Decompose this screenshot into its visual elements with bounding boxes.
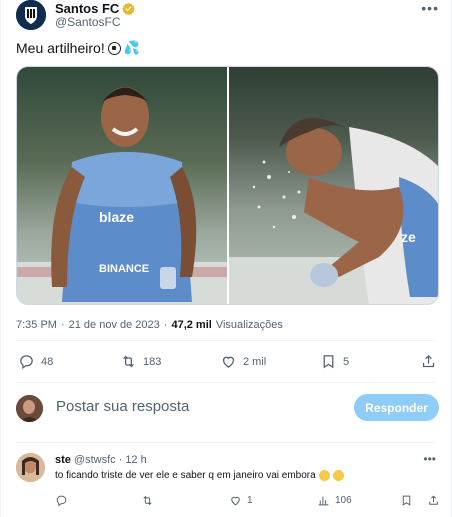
- reply-views-action[interactable]: 106: [317, 494, 352, 507]
- meta-separator: ·: [60, 319, 65, 331]
- retweet-icon: [123, 355, 134, 368]
- reply-retweet-action[interactable]: [141, 494, 154, 507]
- divider: [16, 442, 436, 443]
- reply-action[interactable]: 48: [18, 353, 53, 370]
- reply-header: ste @stwsfc · 12 h: [55, 454, 147, 466]
- reply-reply-action[interactable]: [55, 494, 68, 507]
- reply-icon: [56, 495, 67, 507]
- retweet-count: 183: [143, 355, 162, 368]
- reply-submit-button[interactable]: Responder: [354, 394, 439, 421]
- author-handle[interactable]: @SantosFC: [55, 15, 121, 29]
- share-action[interactable]: [420, 353, 437, 370]
- reply-text: to ficando triste de ver ele e saber q e…: [55, 470, 344, 481]
- share-icon: [422, 354, 435, 368]
- bookmark-icon: [323, 355, 334, 369]
- meta-separator: ·: [163, 319, 168, 331]
- media-photo-1[interactable]: blaze BINANCE: [17, 67, 227, 304]
- tweet-time[interactable]: 7:35 PM: [16, 319, 57, 331]
- like-count: 2 mil: [243, 355, 267, 368]
- reply-like-action[interactable]: 1: [229, 494, 253, 507]
- retweet-action[interactable]: 183: [120, 353, 161, 370]
- tweet-text-content: Meu artilheiro!: [16, 40, 105, 56]
- reply-author-avatar[interactable]: [16, 453, 45, 482]
- reply-author-handle[interactable]: @stwsfc: [74, 454, 116, 466]
- reply-like-count: 1: [247, 495, 253, 506]
- tweet-date[interactable]: 21 de nov de 2023: [69, 319, 160, 331]
- share-icon: [429, 495, 438, 505]
- tweet-actions: 48 183 2 mil 5: [16, 353, 436, 371]
- heart-icon: [222, 356, 235, 368]
- tweet-media: blaze BINANCE ze: [16, 66, 439, 305]
- meta-separator: ·: [118, 454, 123, 466]
- bookmark-action[interactable]: 5: [320, 353, 349, 370]
- reply-icon: [20, 355, 33, 370]
- reply-share-action[interactable]: [427, 494, 440, 507]
- divider: [16, 382, 436, 383]
- views-count: 47,2 mil: [171, 319, 212, 331]
- more-options-icon[interactable]: •••: [421, 0, 439, 16]
- reply-count: 48: [41, 355, 54, 368]
- player-smiling-image: blaze BINANCE: [17, 87, 227, 304]
- bookmark-count: 5: [343, 355, 350, 368]
- reply-input[interactable]: Postar sua resposta: [56, 398, 189, 415]
- author-name-row[interactable]: Santos FC: [55, 1, 136, 16]
- tweet-detail: Santos FC @SantosFC ••• Meu artilheiro! …: [0, 0, 452, 517]
- reply-more-options-icon[interactable]: •••: [423, 452, 436, 466]
- tired-face-emoji-icon: [332, 470, 344, 481]
- sweat-droplets-emoji-icon: 💦: [123, 40, 140, 55]
- reply-text-content: to ficando triste de ver ele e saber q e…: [55, 470, 316, 481]
- views-label: Visualizações: [215, 319, 283, 331]
- author-avatar[interactable]: [16, 0, 46, 30]
- reply-author-name[interactable]: ste: [55, 454, 71, 466]
- svg-text:BINANCE: BINANCE: [99, 263, 149, 275]
- soccer-ball-emoji-icon: [107, 41, 121, 55]
- tweet-meta: 7:35 PM · 21 de nov de 2023 · 47,2 mil V…: [16, 319, 283, 331]
- svg-text:ze: ze: [401, 229, 416, 245]
- reply-time[interactable]: 12 h: [125, 454, 146, 466]
- retweet-icon: [143, 496, 152, 505]
- heart-icon: [231, 496, 240, 506]
- like-action[interactable]: 2 mil: [220, 353, 266, 370]
- reply-bookmark-action[interactable]: [400, 494, 413, 507]
- current-user-avatar[interactable]: [16, 395, 43, 422]
- player-splashing-water-image: ze: [228, 118, 438, 304]
- verified-badge-icon: [122, 2, 136, 15]
- crying-face-emoji-icon: [318, 470, 330, 481]
- divider: [16, 340, 436, 341]
- reply-actions: 1 106: [55, 494, 438, 508]
- reply-views-count: 106: [335, 495, 352, 506]
- media-photo-2[interactable]: ze: [228, 67, 438, 304]
- bookmark-icon: [402, 495, 411, 506]
- author-display-name[interactable]: Santos FC: [55, 1, 119, 16]
- views-chart-icon: [318, 496, 329, 506]
- tweet-text: Meu artilheiro! 💦: [16, 40, 140, 56]
- svg-text:blaze: blaze: [99, 209, 134, 225]
